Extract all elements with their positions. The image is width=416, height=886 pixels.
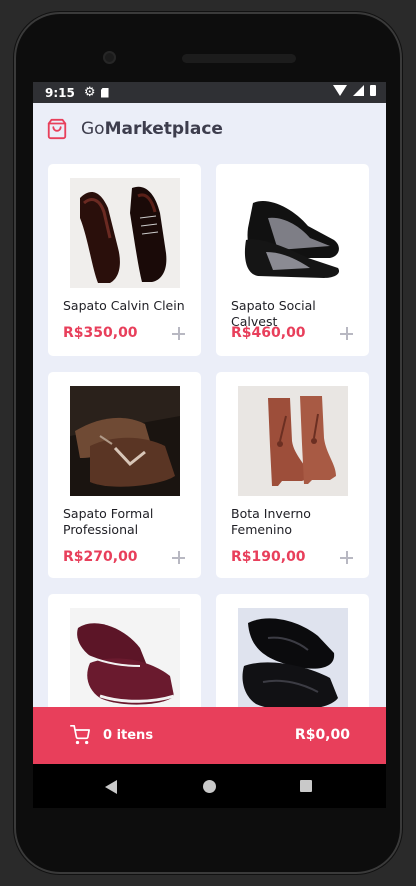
product-image xyxy=(238,386,348,496)
home-icon[interactable] xyxy=(203,780,216,793)
product-card[interactable]: Bota Inverno Femenino R$190,00 xyxy=(216,372,369,578)
plus-icon[interactable] xyxy=(340,551,353,564)
cart-total: R$0,00 xyxy=(294,727,350,743)
sdcard-icon xyxy=(100,87,109,98)
product-image xyxy=(70,608,180,718)
product-name: Sapato Formal Professional xyxy=(63,506,154,537)
product-image xyxy=(238,608,348,718)
product-image xyxy=(70,386,180,496)
product-price: R$350,00 xyxy=(63,325,138,341)
product-price: R$460,00 xyxy=(231,325,306,341)
plus-icon[interactable] xyxy=(340,327,353,340)
product-price: R$270,00 xyxy=(63,549,138,565)
status-time: 9:15 xyxy=(45,85,75,100)
earpiece-speaker xyxy=(182,54,296,63)
cart-icon xyxy=(70,725,90,745)
plus-icon[interactable] xyxy=(172,551,185,564)
product-image xyxy=(70,178,180,288)
shopping-bag-icon xyxy=(47,118,67,140)
brand-prefix: Go xyxy=(81,119,105,139)
status-bar: 9:15 ⚙ xyxy=(33,82,386,103)
wifi-icon xyxy=(333,85,347,96)
product-card[interactable]: Sapato Formal Professional R$270,00 xyxy=(48,372,201,578)
product-card[interactable]: Sapato Calvin Clein R$350,00 xyxy=(48,164,201,356)
product-name: Sapato Calvin Clein xyxy=(63,298,185,313)
app-title: GoMarketplace xyxy=(81,119,223,139)
front-camera xyxy=(103,51,116,64)
product-card[interactable]: Sapato Social Calvest R$460,00 xyxy=(216,164,369,356)
app-screen: 9:15 ⚙ GoMarketplace Sapato Calvin Clein… xyxy=(33,82,386,764)
app-header: GoMarketplace xyxy=(33,103,386,155)
product-image xyxy=(238,178,348,288)
product-price: R$190,00 xyxy=(231,549,306,565)
cart-items-count: 0 itens xyxy=(103,728,154,743)
product-card[interactable] xyxy=(48,594,201,718)
back-icon[interactable] xyxy=(105,780,117,794)
product-card[interactable] xyxy=(216,594,369,718)
plus-icon[interactable] xyxy=(172,327,185,340)
product-name: Bota Inverno Femenino xyxy=(231,506,311,537)
android-nav-bar xyxy=(33,764,386,808)
brand-bold: Marketplace xyxy=(104,119,223,139)
recents-icon[interactable] xyxy=(300,780,312,792)
floating-cart[interactable]: 0 itens R$0,00 xyxy=(33,707,386,764)
battery-icon xyxy=(370,85,376,96)
signal-icon xyxy=(353,85,364,96)
settings-icon: ⚙ xyxy=(83,85,96,100)
